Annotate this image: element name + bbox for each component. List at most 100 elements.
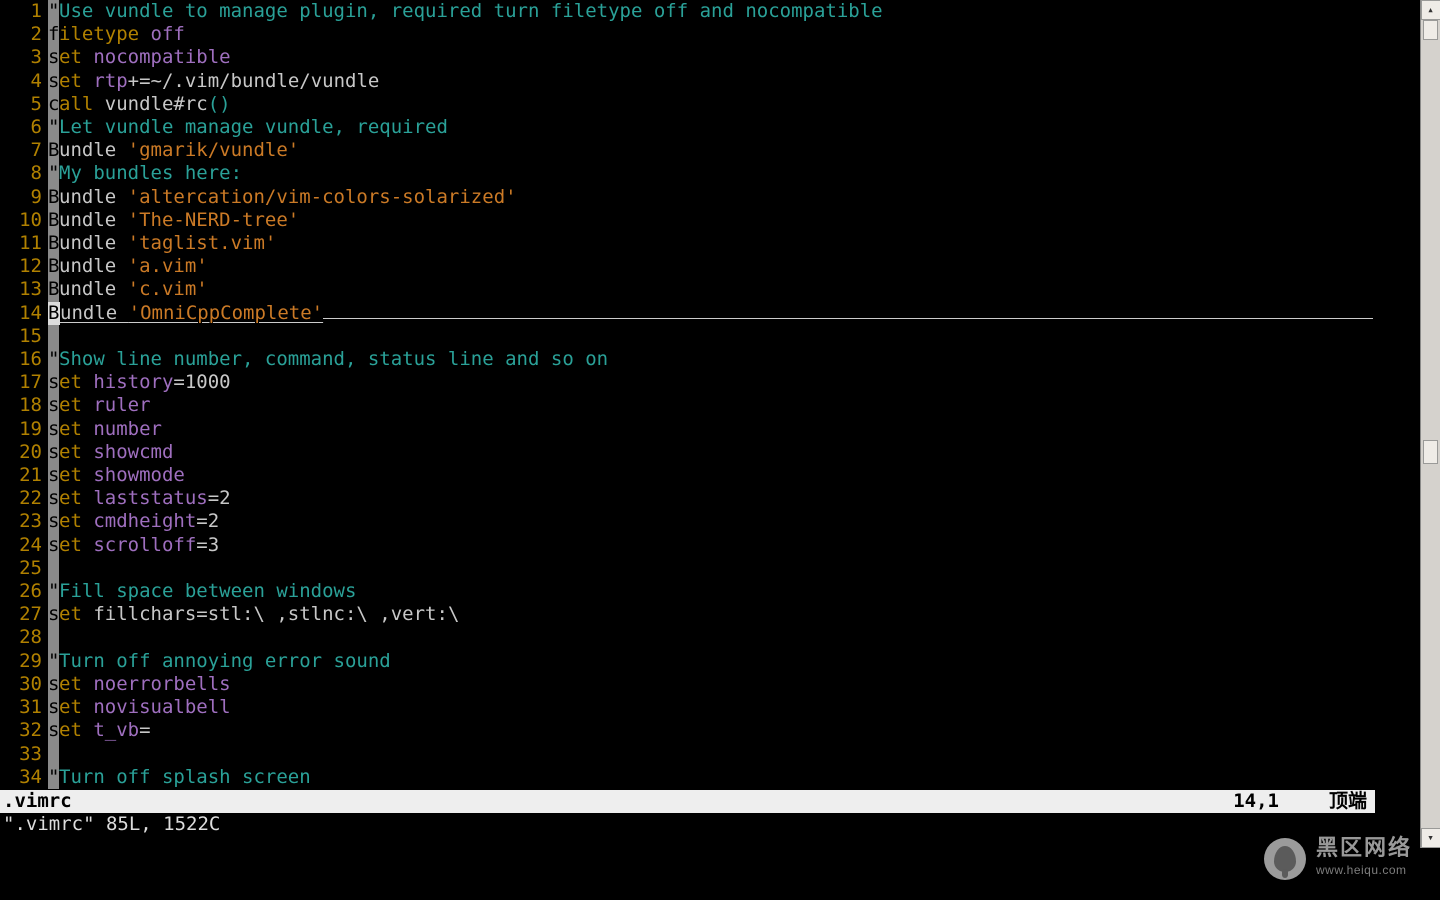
command-line[interactable]: ".vimrc" 85L, 1522C <box>0 813 1440 836</box>
code-line[interactable]: 31set novisualbell <box>0 696 1380 719</box>
code-content[interactable]: set scrolloff=3 <box>48 534 219 557</box>
code-content[interactable]: set novisualbell <box>48 696 231 719</box>
code-line[interactable]: 13Bundle 'c.vim' <box>0 278 1380 301</box>
code-content[interactable]: "Turn off annoying error sound <box>48 650 391 673</box>
code-line[interactable]: 28 <box>0 626 1380 649</box>
code-line[interactable]: 5call vundle#rc() <box>0 93 1380 116</box>
code-content[interactable]: "Turn off splash screen <box>48 766 311 789</box>
code-content[interactable]: "Fill space between windows <box>48 580 356 603</box>
code-line[interactable]: 33 <box>0 743 1380 766</box>
code-content[interactable]: set history=1000 <box>48 371 231 394</box>
code-line[interactable]: 16"Show line number, command, status lin… <box>0 348 1380 371</box>
line-number: 27 <box>0 603 48 626</box>
code-content[interactable]: "Show line number, command, status line … <box>48 348 608 371</box>
code-content[interactable]: set nocompatible <box>48 46 231 69</box>
vertical-scrollbar[interactable]: ▴ ▾ <box>1420 0 1440 848</box>
status-cursor-position: 14,1 <box>1233 790 1329 813</box>
code-line[interactable]: 30set noerrorbells <box>0 673 1380 696</box>
fold-column-cell: s <box>48 46 59 69</box>
code-line[interactable]: 10Bundle 'The-NERD-tree' <box>0 209 1380 232</box>
code-line[interactable]: 26"Fill space between windows <box>0 580 1380 603</box>
fold-column-cell: s <box>48 603 59 626</box>
code-content[interactable]: filetype off <box>48 23 185 46</box>
editor-viewport[interactable]: 1"Use vundle to manage plugin, required … <box>0 0 1380 790</box>
line-number: 33 <box>0 743 48 766</box>
code-line[interactable]: 25 <box>0 557 1380 580</box>
code-line[interactable]: 8"My bundles here: <box>0 162 1380 185</box>
code-content[interactable]: set laststatus=2 <box>48 487 231 510</box>
line-number: 5 <box>0 93 48 116</box>
code-line[interactable]: 1"Use vundle to manage plugin, required … <box>0 0 1380 23</box>
code-content[interactable]: Bundle 'gmarik/vundle' <box>48 139 299 162</box>
fold-column-cell <box>48 626 59 649</box>
code-content[interactable] <box>48 557 59 580</box>
code-content[interactable]: "Use vundle to manage plugin, required t… <box>48 0 883 23</box>
code-line[interactable]: 21set showmode <box>0 464 1380 487</box>
fold-column-cell: s <box>48 719 59 742</box>
fold-column-cell: B <box>48 232 59 255</box>
code-line[interactable]: 34"Turn off splash screen <box>0 766 1380 789</box>
code-content[interactable]: set rtp+=~/.vim/bundle/vundle <box>48 70 379 93</box>
code-content[interactable]: set cmdheight=2 <box>48 510 219 533</box>
code-line[interactable]: 7Bundle 'gmarik/vundle' <box>0 139 1380 162</box>
code-line[interactable]: 15 <box>0 325 1380 348</box>
code-content[interactable]: Bundle 'c.vim' <box>48 278 208 301</box>
line-number: 2 <box>0 23 48 46</box>
line-number: 28 <box>0 626 48 649</box>
line-number: 7 <box>0 139 48 162</box>
code-line[interactable]: 29"Turn off annoying error sound <box>0 650 1380 673</box>
code-content[interactable]: set noerrorbells <box>48 673 231 696</box>
code-line[interactable]: 14Bundle 'OmniCppComplete' <box>0 302 1380 325</box>
code-line[interactable]: 3set nocompatible <box>0 46 1380 69</box>
line-number: 23 <box>0 510 48 533</box>
code-content[interactable]: call vundle#rc() <box>48 93 231 116</box>
scrollbar-down-button[interactable]: ▾ <box>1421 828 1440 848</box>
code-line[interactable]: 22set laststatus=2 <box>0 487 1380 510</box>
code-content[interactable] <box>48 626 59 649</box>
line-number: 26 <box>0 580 48 603</box>
code-line[interactable]: 27set fillchars=stl:\ ,stlnc:\ ,vert:\ <box>0 603 1380 626</box>
code-content[interactable]: "My bundles here: <box>48 162 242 185</box>
code-content[interactable]: set showmode <box>48 464 185 487</box>
fold-column-cell: s <box>48 534 59 557</box>
code-content[interactable]: set showcmd <box>48 441 173 464</box>
line-number: 9 <box>0 186 48 209</box>
code-content[interactable] <box>48 325 59 348</box>
code-line[interactable]: 19set number <box>0 418 1380 441</box>
scrollbar-thumb[interactable] <box>1423 20 1438 40</box>
code-content[interactable]: set t_vb= <box>48 719 151 742</box>
fold-column-cell: s <box>48 510 59 533</box>
code-line[interactable]: 2filetype off <box>0 23 1380 46</box>
code-content[interactable]: "Let vundle manage vundle, required <box>48 116 448 139</box>
scrollbar-thumb-secondary[interactable] <box>1423 440 1438 464</box>
line-number: 17 <box>0 371 48 394</box>
code-content[interactable]: Bundle 'a.vim' <box>48 255 208 278</box>
code-line[interactable]: 6"Let vundle manage vundle, required <box>0 116 1380 139</box>
code-line[interactable]: 17set history=1000 <box>0 371 1380 394</box>
code-content[interactable]: Bundle 'The-NERD-tree' <box>48 209 299 232</box>
line-number: 13 <box>0 278 48 301</box>
code-line[interactable]: 32set t_vb= <box>0 719 1380 742</box>
code-line[interactable]: 11Bundle 'taglist.vim' <box>0 232 1380 255</box>
code-line[interactable]: 23set cmdheight=2 <box>0 510 1380 533</box>
scrollbar-up-button[interactable]: ▴ <box>1421 0 1440 20</box>
fold-column-cell: c <box>48 93 59 116</box>
code-line[interactable]: 18set ruler <box>0 394 1380 417</box>
code-content[interactable]: Bundle 'OmniCppComplete' <box>48 302 1373 325</box>
line-number: 3 <box>0 46 48 69</box>
code-line[interactable]: 24set scrolloff=3 <box>0 534 1380 557</box>
code-content[interactable]: set number <box>48 418 162 441</box>
scrollbar-track[interactable] <box>1421 20 1440 828</box>
code-line[interactable]: 9Bundle 'altercation/vim-colors-solarize… <box>0 186 1380 209</box>
code-content[interactable]: set ruler <box>48 394 151 417</box>
code-content[interactable]: set fillchars=stl:\ ,stlnc:\ ,vert:\ <box>48 603 471 626</box>
code-content[interactable]: Bundle 'altercation/vim-colors-solarized… <box>48 186 517 209</box>
code-line[interactable]: 12Bundle 'a.vim' <box>0 255 1380 278</box>
code-content[interactable] <box>48 743 59 766</box>
code-line[interactable]: 4set rtp+=~/.vim/bundle/vundle <box>0 70 1380 93</box>
code-line[interactable]: 20set showcmd <box>0 441 1380 464</box>
fold-column-cell: " <box>48 650 59 673</box>
code-content[interactable]: Bundle 'taglist.vim' <box>48 232 276 255</box>
status-bar: .vimrc 14,1 顶端 <box>0 790 1375 813</box>
line-number: 19 <box>0 418 48 441</box>
